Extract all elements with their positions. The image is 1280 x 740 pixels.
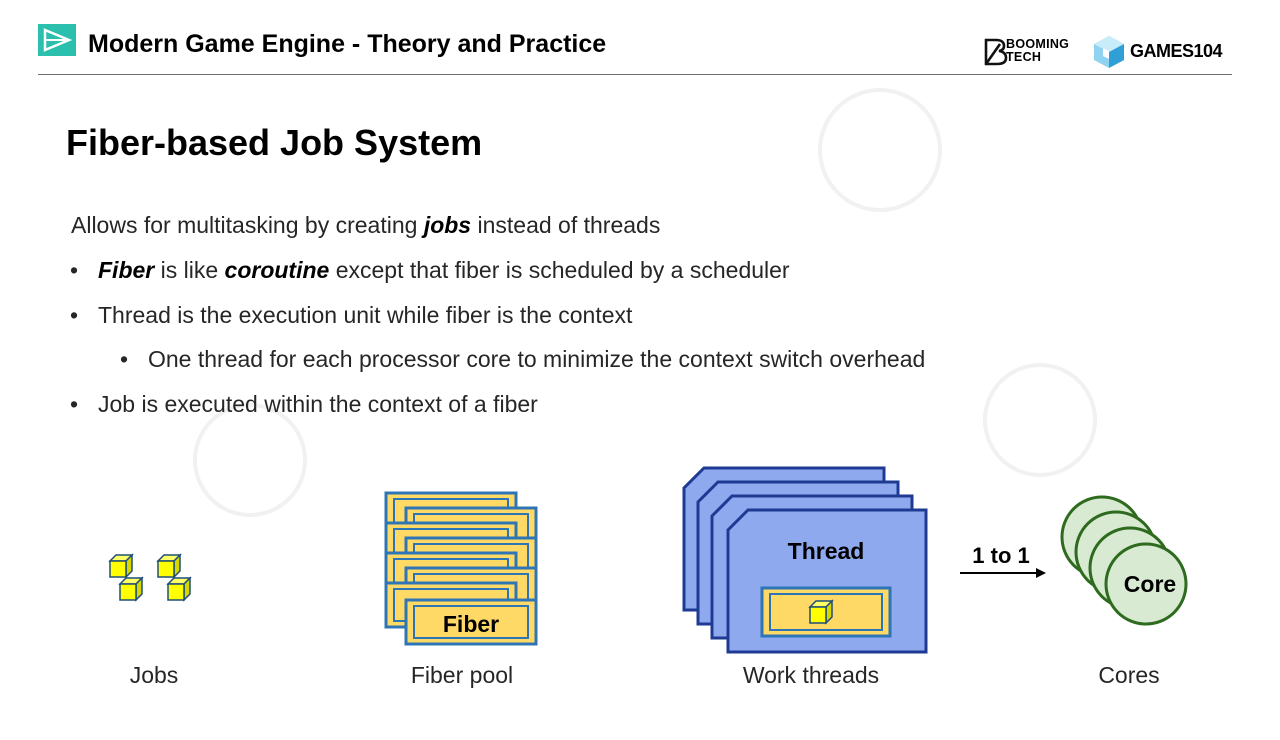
caption-fiber-pool: Fiber pool xyxy=(410,662,514,688)
thread-fiber-slot xyxy=(760,586,892,638)
job-system-diagram: Fiber Thread 1 to 1 Core xyxy=(109,466,1188,654)
mapping-label: 1 to 1 xyxy=(972,543,1029,568)
job-cube-icon xyxy=(167,577,191,601)
cores-stack xyxy=(1060,495,1188,626)
caption-cores: Cores xyxy=(1098,662,1160,688)
job-cube-icon xyxy=(119,577,143,601)
mapping-arrow-icon xyxy=(960,568,1046,578)
fiber-label: Fiber xyxy=(443,611,499,637)
jobs-cubes-icon xyxy=(109,554,191,601)
caption-work-threads: Work threads xyxy=(742,662,880,688)
job-cube-icon xyxy=(157,554,181,578)
core-label: Core xyxy=(1124,571,1176,597)
job-cube-icon xyxy=(109,554,133,578)
running-job-cube-icon xyxy=(809,600,833,624)
caption-jobs: Jobs xyxy=(129,662,179,688)
thread-label: Thread xyxy=(788,538,865,564)
